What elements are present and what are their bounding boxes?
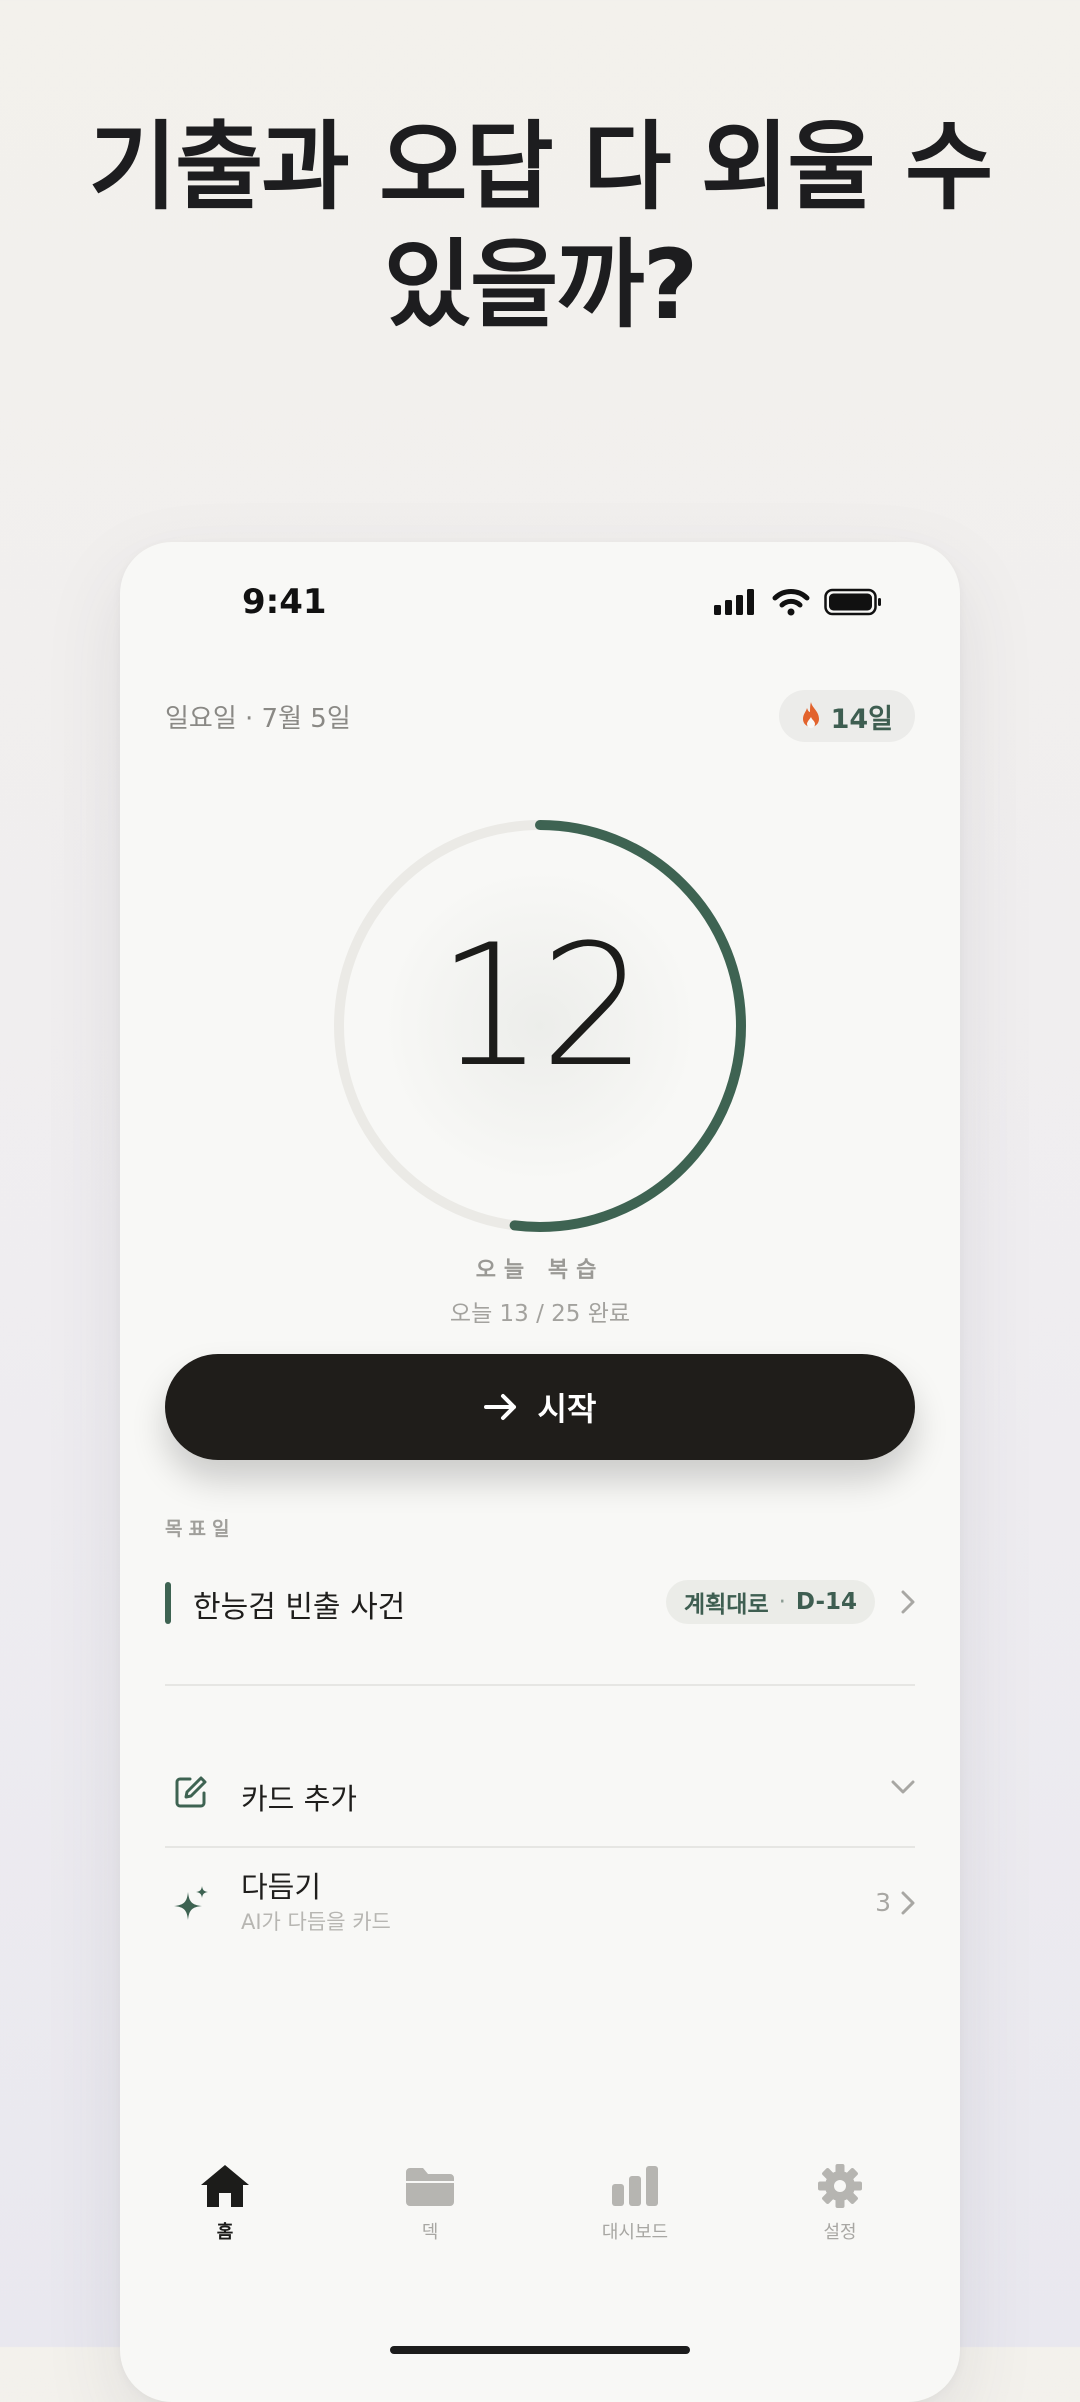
goal-dday: D-14 — [795, 1589, 857, 1615]
goal-separator: · — [778, 1589, 786, 1615]
phone-frame: 9:41 일요일 · 7월 5일 14일 12 오늘 복습 오늘 13 / 25… — [120, 542, 960, 2402]
tab-home[interactable]: 홈 — [155, 2162, 295, 2244]
review-ring: 12 — [320, 806, 760, 1246]
tab-settings[interactable]: 설정 — [770, 2162, 910, 2244]
start-button[interactable]: 시작 — [165, 1354, 915, 1460]
goal-row[interactable]: 한능검 빈출 사건 계획대로 · D-14 — [165, 1572, 915, 1632]
goal-accent-bar — [165, 1582, 171, 1624]
add-card-label: 카드 추가 — [241, 1782, 357, 1816]
streak-badge[interactable]: 14일 — [778, 690, 915, 742]
status-bar: 9:41 — [120, 542, 960, 662]
goal-status: 계획대로 — [683, 1592, 769, 1618]
refine-count: 3 — [875, 1888, 891, 1917]
home-indicator — [390, 2346, 690, 2354]
arrow-right-icon — [483, 1394, 516, 1420]
status-time: 9:41 — [242, 582, 327, 622]
streak-text: 14일 — [830, 703, 893, 735]
headline-line-1: 기출과 오답 다 외울 수 — [88, 111, 994, 223]
status-icons — [714, 588, 882, 616]
tab-dashboard-label: 대시보드 — [601, 2222, 669, 2243]
refine-subtitle: AI가 다듬을 카드 — [241, 1910, 391, 1934]
headline-line-2: 있을까? — [383, 229, 699, 341]
bar-chart-icon — [612, 2166, 658, 2206]
wifi-icon — [772, 589, 810, 616]
home-icon — [201, 2165, 249, 2207]
review-progress-text: 오늘 13 / 25 완료 — [449, 1301, 631, 1327]
signal-icon — [714, 589, 754, 615]
chevron-right-icon — [901, 1891, 915, 1914]
tab-bar: 홈 덱 대시보드 설정 — [120, 2162, 960, 2282]
tab-home-label: 홈 — [216, 2222, 234, 2243]
review-count: 12 — [437, 908, 647, 1104]
battery-icon — [824, 588, 881, 616]
add-card-right — [891, 1780, 915, 1794]
start-button-label: 시작 — [537, 1390, 597, 1428]
review-label: 오늘 복습 — [475, 1258, 605, 1283]
row-divider — [165, 1846, 915, 1848]
tab-settings-label: 설정 — [823, 2222, 857, 2243]
refine-row[interactable]: 다듬기 AI가 다듬을 카드 3 — [165, 1864, 915, 1944]
add-card-row[interactable]: 카드 추가 — [165, 1766, 915, 1826]
goal-section-label: 목표일 — [165, 1518, 236, 1540]
edit-icon — [175, 1776, 207, 1808]
gear-icon — [818, 2164, 862, 2208]
section-divider — [165, 1684, 915, 1686]
refine-title: 다듬기 — [241, 1870, 322, 1904]
tab-deck-label: 덱 — [421, 2222, 439, 2243]
chevron-down-icon — [891, 1780, 915, 1794]
refine-right: 3 — [875, 1888, 915, 1917]
tab-dashboard[interactable]: 대시보드 — [565, 2162, 705, 2244]
date-label: 일요일 · 7월 5일 — [165, 704, 351, 734]
goal-title: 한능검 빈출 사건 — [193, 1590, 406, 1625]
chevron-right-icon — [901, 1590, 915, 1614]
tab-deck[interactable]: 덱 — [360, 2162, 500, 2244]
flame-icon — [802, 702, 819, 728]
goal-status-badge: 계획대로 · D-14 — [665, 1580, 875, 1624]
sparkle-icon — [174, 1886, 208, 1920]
headline: 기출과 오답 다 외울 수 있을까? — [0, 108, 1080, 344]
folder-icon — [406, 2168, 454, 2206]
